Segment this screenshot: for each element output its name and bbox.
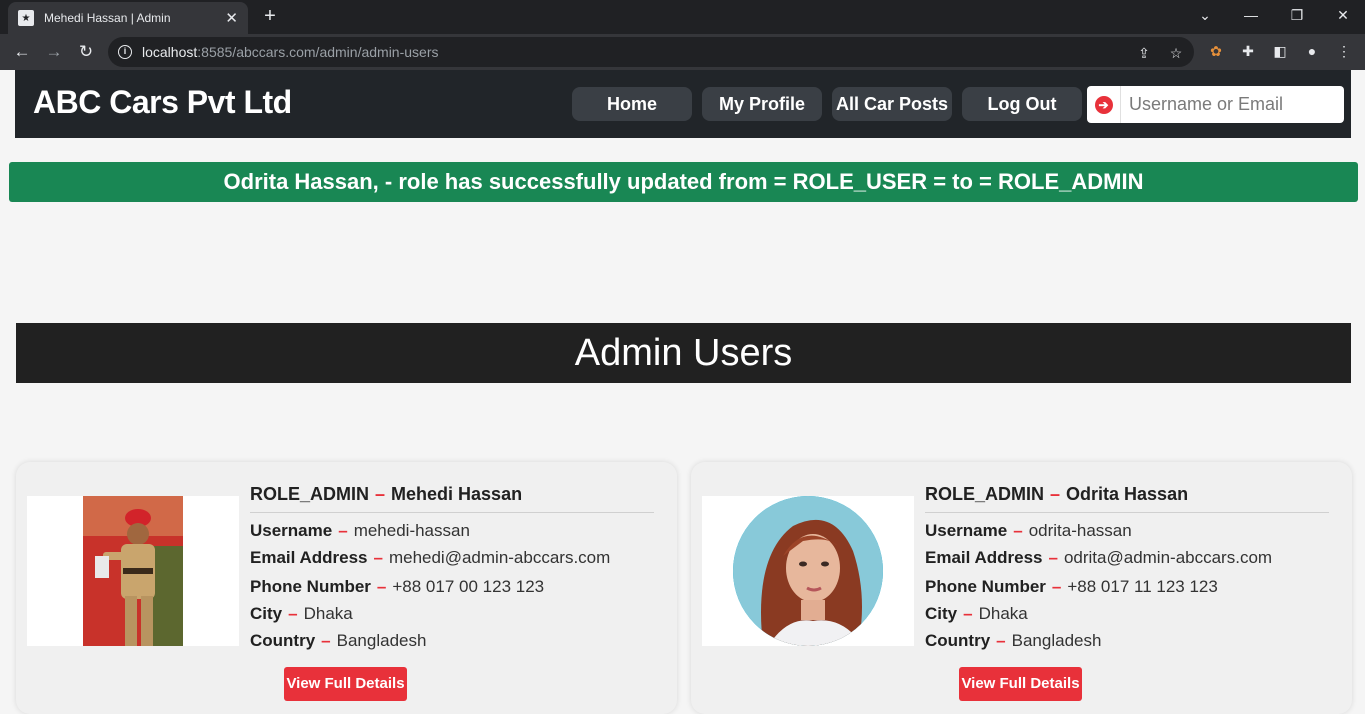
address-bar[interactable]: i localhost:8585/abccars.com/admin/admin… xyxy=(108,37,1194,67)
nav-all-car-posts-button[interactable]: All Car Posts xyxy=(832,87,952,121)
restore-icon[interactable]: ❐ xyxy=(1285,4,1309,26)
side-panel-icon[interactable]: ◧ xyxy=(1270,41,1290,61)
user-name: Mehedi Hassan xyxy=(391,484,523,504)
browser-tab-bar: ★ Mehedi Hassan | Admin ✕ + ⌄ — ❐ ✕ xyxy=(0,0,1365,34)
user-card: ROLE_ADMIN – Odrita Hassan Username – odrita… xyxy=(691,462,1352,714)
user-city: Dhaka xyxy=(303,604,353,623)
bookmark-star-icon[interactable]: ☆ xyxy=(1166,43,1186,63)
user-photo-frame xyxy=(27,496,239,646)
user-phone-row: Phone Number – +88 017 00 123 123 xyxy=(250,577,545,596)
user-title: ROLE_ADMIN – Mehedi Hassan xyxy=(250,484,654,513)
user-city-row: City – Dhaka xyxy=(925,604,1028,623)
url-path: :8585/abccars.com/admin/admin-users xyxy=(197,44,439,60)
site-favicon-icon: ★ xyxy=(18,10,34,26)
user-photo-frame xyxy=(702,496,914,646)
nav-home-button[interactable]: Home xyxy=(572,87,692,121)
close-tab-icon[interactable]: ✕ xyxy=(225,9,238,27)
browser-menu-icon[interactable]: ⋮ xyxy=(1334,41,1354,61)
url-host: localhost xyxy=(142,44,198,60)
back-icon[interactable]: ← xyxy=(10,40,34,64)
tab-title: Mehedi Hassan | Admin xyxy=(44,11,171,25)
user-title: ROLE_ADMIN – Odrita Hassan xyxy=(925,484,1329,513)
user-phone: +88 017 11 123 123 xyxy=(1067,577,1218,596)
search-box: ➔ xyxy=(1087,86,1344,123)
nav-my-profile-button[interactable]: My Profile xyxy=(702,87,822,121)
view-full-details-button[interactable]: View Full Details xyxy=(284,667,407,701)
user-email-row: Email Address – mehedi@admin-abccars.com xyxy=(250,548,611,567)
user-card: ROLE_ADMIN – Mehedi Hassan Username – mehedi… xyxy=(16,462,677,714)
user-city: Dhaka xyxy=(978,604,1028,623)
user-country-row: Country – Bangladesh xyxy=(925,631,1102,650)
tab-search-icon[interactable]: ⌄ xyxy=(1193,4,1217,26)
view-full-details-button[interactable]: View Full Details xyxy=(959,667,1082,701)
page-title: Admin Users xyxy=(16,323,1351,383)
user-country: Bangladesh xyxy=(1011,631,1102,650)
brand-logo[interactable]: ABC Cars Pvt Ltd xyxy=(33,84,292,121)
user-role: ROLE_ADMIN xyxy=(250,484,370,504)
user-info: ROLE_ADMIN – Mehedi Hassan Username – mehedi… xyxy=(250,484,654,650)
new-tab-icon[interactable]: + xyxy=(259,5,281,27)
user-username: mehedi-hassan xyxy=(353,521,470,540)
user-username-row: Username – odrita-hassan xyxy=(925,521,1132,540)
search-icon[interactable]: ➔ xyxy=(1087,86,1121,123)
user-name: Odrita Hassan xyxy=(1066,484,1189,504)
user-country: Bangladesh xyxy=(336,631,427,650)
close-window-icon[interactable]: ✕ xyxy=(1331,4,1355,26)
cookie-extension-icon[interactable]: ✿ xyxy=(1206,41,1226,61)
user-role: ROLE_ADMIN xyxy=(925,484,1045,504)
user-phone-row: Phone Number – +88 017 11 123 123 xyxy=(925,577,1218,596)
search-input[interactable] xyxy=(1121,94,1336,115)
user-country-row: Country – Bangladesh xyxy=(250,631,427,650)
user-username: odrita-hassan xyxy=(1028,521,1132,540)
success-alert: Odrita Hassan, - role has successfully u… xyxy=(9,162,1358,202)
forward-icon[interactable]: → xyxy=(42,40,66,64)
user-email-row: Email Address – odrita@admin-abccars.com xyxy=(925,548,1273,567)
site-header: ABC Cars Pvt Ltd Home My Profile All Car… xyxy=(15,70,1351,138)
minimize-icon[interactable]: — xyxy=(1239,4,1263,26)
user-city-row: City – Dhaka xyxy=(250,604,353,623)
site-info-icon[interactable]: i xyxy=(118,45,132,59)
share-icon[interactable]: ⇪ xyxy=(1134,43,1154,63)
user-email: odrita@admin-abccars.com xyxy=(1063,548,1273,567)
user-photo xyxy=(733,496,883,646)
user-photo xyxy=(83,496,183,646)
nav-logout-button[interactable]: Log Out xyxy=(962,87,1082,121)
user-email: mehedi@admin-abccars.com xyxy=(388,548,611,567)
reload-icon[interactable]: ↻ xyxy=(74,40,98,64)
user-phone: +88 017 00 123 123 xyxy=(392,577,545,596)
extensions-puzzle-icon[interactable]: ✚ xyxy=(1238,41,1258,61)
browser-toolbar: ← → ↻ i localhost:8585/abccars.com/admin… xyxy=(0,34,1365,70)
user-username-row: Username – mehedi-hassan xyxy=(250,521,470,540)
profile-avatar-icon[interactable]: ● xyxy=(1302,41,1322,61)
browser-tab[interactable]: ★ Mehedi Hassan | Admin ✕ xyxy=(8,2,248,34)
user-info: ROLE_ADMIN – Odrita Hassan Username – odrita… xyxy=(925,484,1329,650)
